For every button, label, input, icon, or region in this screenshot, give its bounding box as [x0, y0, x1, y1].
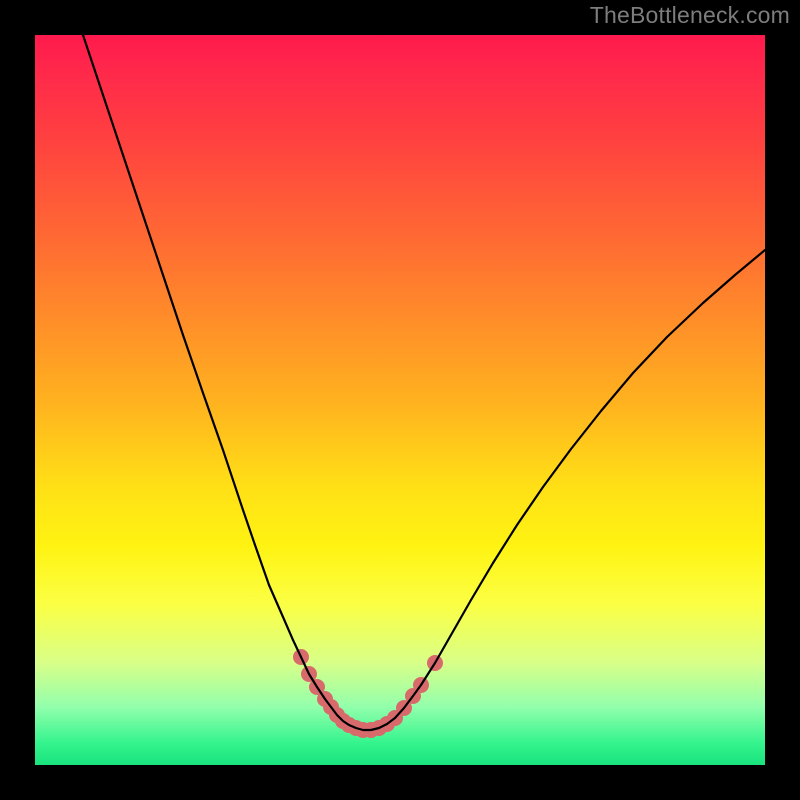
watermark-text: TheBottleneck.com	[590, 2, 790, 29]
chart-frame: TheBottleneck.com	[0, 0, 800, 800]
plot-area	[35, 35, 765, 765]
chart-svg	[35, 35, 765, 765]
bottleneck-curve	[83, 35, 765, 730]
markers-group	[293, 649, 443, 738]
